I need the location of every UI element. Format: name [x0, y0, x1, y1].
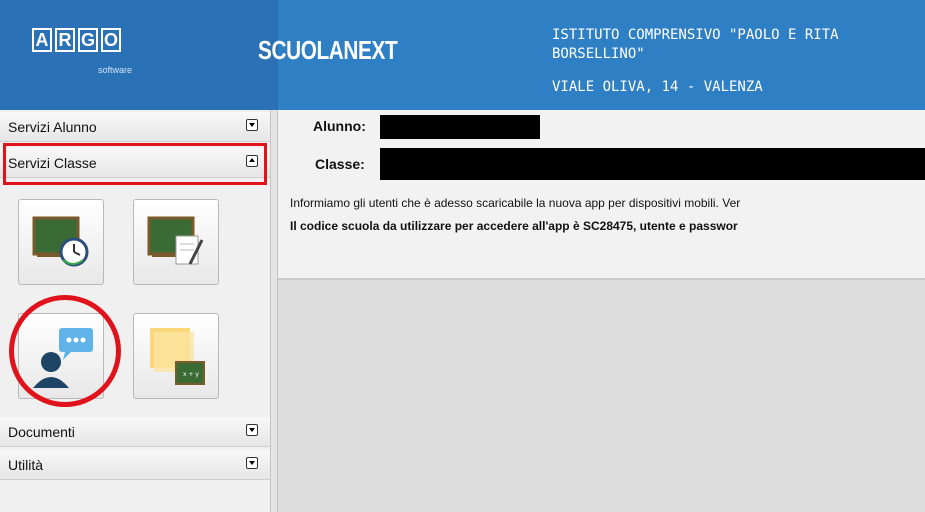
- class-name-redacted: [380, 148, 925, 180]
- tile-registro-classe[interactable]: [133, 199, 219, 285]
- school-address: VIALE OLIVA, 14 - VALENZA: [552, 79, 763, 95]
- section-label: Documenti: [8, 424, 75, 440]
- brand-title: SCUOLANEXT: [258, 35, 398, 65]
- highlight-box: [3, 143, 267, 185]
- content-area: [278, 280, 925, 512]
- student-name-redacted: [380, 115, 540, 139]
- logo-subtitle: software: [98, 65, 133, 75]
- logo-letter-a: A: [32, 28, 52, 52]
- section-label: Servizi Alunno: [8, 119, 97, 135]
- school-name: ISTITUTO COMPRENSIVO "PAOLO E RITA BORSE…: [552, 27, 839, 62]
- info-message-bold: Il codice scuola da utilizzare per acced…: [290, 219, 738, 233]
- logo-letter-g: G: [78, 28, 98, 52]
- logo-letter-r: R: [55, 28, 75, 52]
- logo-letter-o: O: [101, 28, 121, 52]
- student-label: Alunno:: [313, 118, 366, 134]
- expand-icon[interactable]: [246, 457, 258, 469]
- info-panel: [278, 110, 925, 280]
- app-header: A R G O software SCUOLANEXT ISTITUTO COM…: [0, 0, 925, 110]
- tile-note[interactable]: x + y: [133, 313, 219, 399]
- argo-logo: A R G O: [32, 28, 121, 52]
- svg-text:x + y: x + y: [183, 371, 199, 378]
- expand-icon[interactable]: [246, 119, 258, 131]
- sticky-note-blackboard-icon: x + y: [150, 328, 205, 385]
- header-logo-area: [0, 0, 278, 110]
- section-documenti[interactable]: Documenti: [0, 417, 270, 447]
- section-label: Utilità: [8, 457, 44, 473]
- tile-orario-classe[interactable]: [18, 199, 104, 285]
- sidebar-splitter[interactable]: [270, 110, 278, 512]
- class-label: Classe:: [315, 156, 365, 172]
- blackboard-clock-icon: [32, 216, 89, 267]
- highlight-circle: [9, 295, 121, 407]
- section-servizi-alunno[interactable]: Servizi Alunno: [0, 112, 270, 142]
- blackboard-pencil-icon: [147, 216, 204, 265]
- expand-icon[interactable]: [246, 424, 258, 436]
- info-message: Informiamo gli utenti che è adesso scari…: [290, 196, 741, 210]
- section-utilita[interactable]: Utilità: [0, 450, 270, 480]
